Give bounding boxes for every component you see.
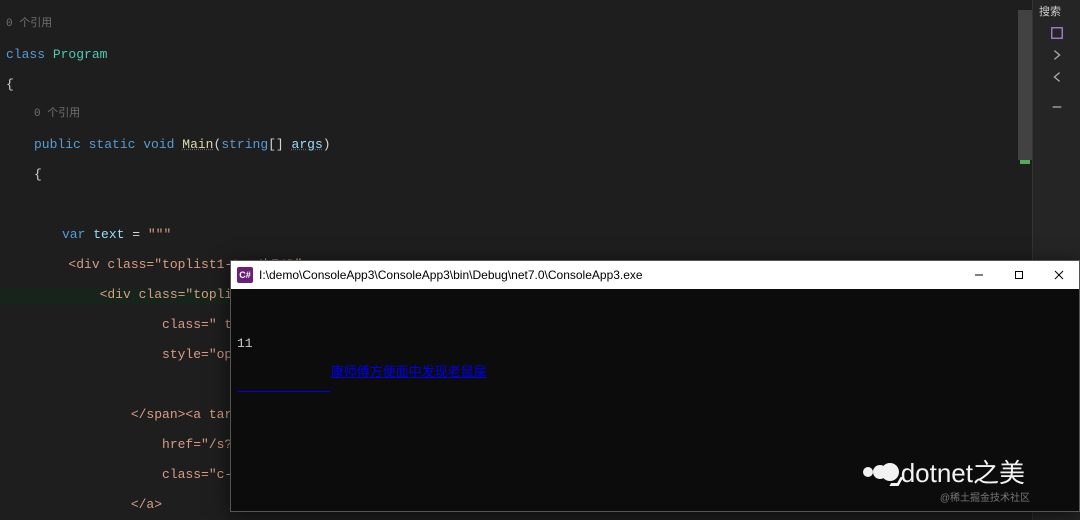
kw-void: void: [143, 137, 174, 152]
kw-var: var: [62, 227, 85, 242]
tool-icon[interactable]: [1033, 22, 1080, 44]
watermark-text: dotnet之美: [901, 453, 1025, 490]
maximize-button[interactable]: [999, 261, 1039, 289]
kw-class: class: [6, 47, 45, 62]
method-name: Main: [182, 137, 213, 152]
chevron-left-icon[interactable]: [1033, 66, 1080, 88]
minimize-button[interactable]: [959, 261, 999, 289]
scroll-thumb[interactable]: [1018, 10, 1032, 160]
watermark-logo: dotnet之美: [863, 453, 1025, 490]
codelens-refs[interactable]: 0 个引用: [6, 107, 1032, 122]
close-button[interactable]: [1039, 261, 1079, 289]
brackets: []: [268, 137, 284, 152]
scroll-marker: [1020, 160, 1030, 164]
search-label: 搜索: [1033, 0, 1080, 22]
param-type: string: [221, 137, 268, 152]
string-open: """: [148, 227, 171, 242]
param-name: args: [292, 137, 323, 152]
var-name: text: [93, 227, 124, 242]
codelens-refs[interactable]: 0 个引用: [6, 17, 1032, 32]
kw-public: public: [34, 137, 81, 152]
brace-open: {: [6, 77, 14, 92]
class-name: Program: [53, 47, 108, 62]
app-icon: C#: [237, 267, 253, 283]
console-titlebar[interactable]: C# I:\demo\ConsoleApp3\ConsoleApp3\bin\D…: [231, 261, 1079, 289]
credit-text: @稀土掘金技术社区: [940, 489, 1030, 504]
kw-static: static: [89, 137, 136, 152]
chevron-right-icon[interactable]: [1033, 44, 1080, 66]
wechat-icon: [863, 459, 895, 485]
minus-icon[interactable]: [1033, 96, 1080, 118]
console-title: I:\demo\ConsoleApp3\ConsoleApp3\bin\Debu…: [259, 268, 959, 282]
